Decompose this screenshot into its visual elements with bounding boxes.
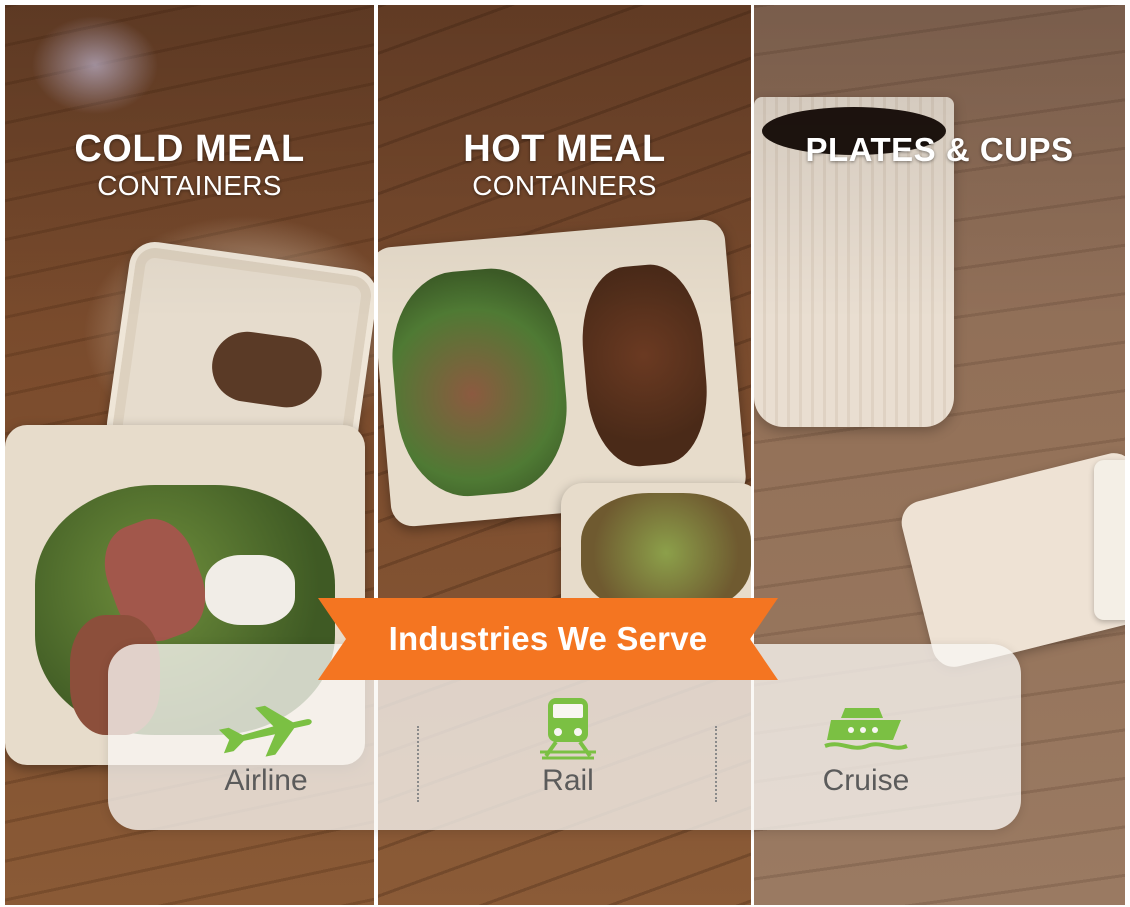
cake-slice-image	[1094, 460, 1125, 620]
train-icon	[540, 698, 596, 760]
industry-label: Airline	[224, 764, 308, 797]
airplane-icon	[218, 705, 312, 757]
panel-title: COLD MEAL	[74, 128, 305, 170]
industry-airline[interactable]: Airline	[166, 700, 366, 798]
industries-banner: Industries We Serve	[318, 598, 778, 680]
panel-title: PLATES & CUPS	[805, 131, 1074, 168]
panel-subtitle: CONTAINERS	[97, 170, 282, 201]
divider	[715, 726, 717, 802]
industry-label: Cruise	[822, 764, 910, 797]
divider	[417, 726, 419, 802]
cold-meal-heading: COLD MEAL CONTAINERS	[5, 127, 374, 201]
plates-cups-heading: PLATES & CUPS	[754, 128, 1125, 172]
panel-title: HOT MEAL	[463, 128, 666, 170]
banner-title: Industries We Serve	[388, 620, 708, 657]
panel-subtitle: CONTAINERS	[472, 170, 657, 201]
industry-cruise[interactable]: Cruise	[766, 700, 966, 798]
industry-label: Rail	[542, 764, 594, 797]
industry-rail[interactable]: Rail	[468, 696, 668, 798]
hot-meal-heading: HOT MEAL CONTAINERS	[378, 127, 751, 201]
ship-icon	[824, 708, 908, 750]
plate-image	[897, 448, 1125, 672]
two-compartment-container-image	[378, 218, 748, 528]
